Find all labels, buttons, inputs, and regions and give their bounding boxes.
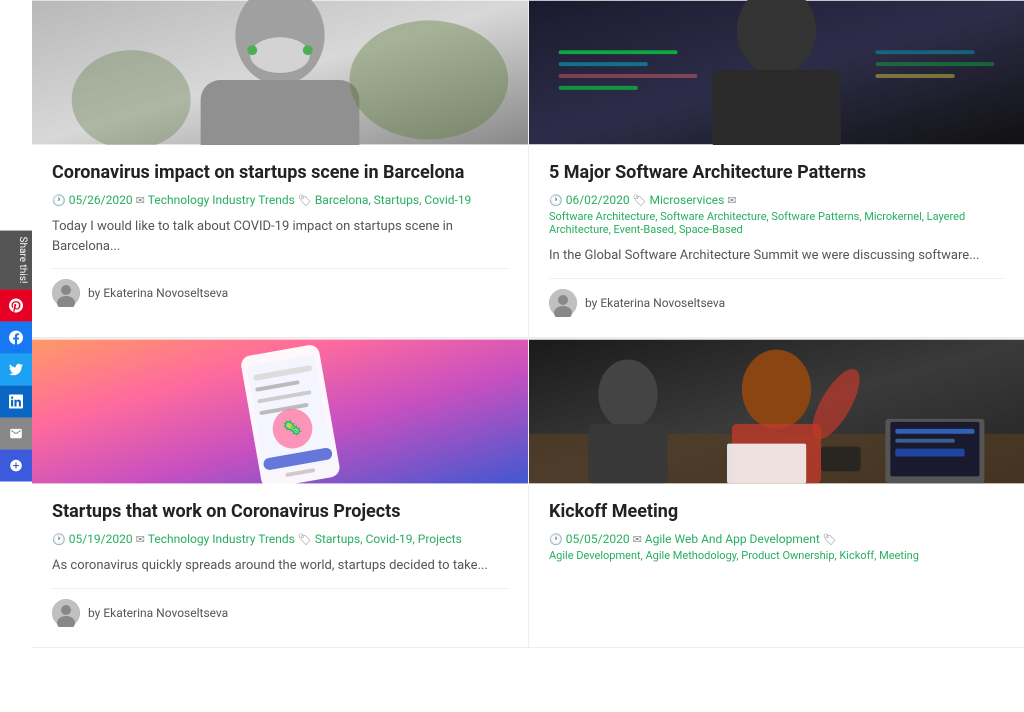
card-3: 🦠 Startups that work on Coronavirus Proj… xyxy=(32,338,528,648)
share-label[interactable]: Share this! xyxy=(0,231,32,290)
card-3-title: Startups that work on Coronavirus Projec… xyxy=(52,500,508,524)
card-4-date[interactable]: 05/05/2020 xyxy=(566,532,630,546)
card-1-avatar xyxy=(52,279,80,307)
envelope-icon-2: ✉ xyxy=(727,194,736,207)
card-4-title: Kickoff Meeting xyxy=(549,500,1004,524)
share-sidebar: Share this! xyxy=(0,231,32,482)
card-2-excerpt: In the Global Software Architecture Summ… xyxy=(549,246,1004,266)
card-1-author-name: by Ekaterina Novoseltseva xyxy=(88,286,228,300)
card-2: 5 Major Software Architecture Patterns 🕐… xyxy=(528,0,1024,338)
envelope-icon-4: ✉ xyxy=(633,533,642,546)
card-3-image: 🦠 xyxy=(32,339,528,484)
card-1-image xyxy=(32,0,528,145)
share-bookmark-button[interactable] xyxy=(0,449,32,481)
card-2-author-name: by Ekaterina Novoseltseva xyxy=(585,296,725,310)
card-3-author-name: by Ekaterina Novoseltseva xyxy=(88,606,228,620)
envelope-icon-3: ✉ xyxy=(136,533,145,546)
card-3-meta: 🕐 05/19/2020 ✉ Technology Industry Trend… xyxy=(52,532,508,546)
card-3-tags[interactable]: Startups, Covid-19, Projects xyxy=(315,532,462,546)
card-1-date[interactable]: 05/26/2020 xyxy=(69,193,133,207)
card-1-title: Coronavirus impact on startups scene in … xyxy=(52,161,508,185)
clock-icon-4: 🕐 xyxy=(549,533,563,546)
card-1-divider xyxy=(52,268,508,269)
card-3-excerpt: As coronavirus quickly spreads around th… xyxy=(52,556,508,576)
clock-icon-1: 🕐 xyxy=(52,194,66,207)
card-2-category[interactable]: Microservices xyxy=(650,193,725,207)
card-1-category[interactable]: Technology Industry Trends xyxy=(148,193,295,207)
card-1-tags[interactable]: Barcelona, Startups, Covid-19 xyxy=(315,193,471,207)
card-4-body: Kickoff Meeting 🕐 05/05/2020 ✉ Agile Web… xyxy=(529,484,1024,592)
card-3-divider xyxy=(52,588,508,589)
share-pinterest-button[interactable] xyxy=(0,289,32,321)
card-4-tags[interactable]: Agile Development, Agile Methodology, Pr… xyxy=(549,549,919,562)
share-twitter-button[interactable] xyxy=(0,353,32,385)
card-2-body: 5 Major Software Architecture Patterns 🕐… xyxy=(529,145,1024,337)
card-3-author: by Ekaterina Novoseltseva xyxy=(52,599,508,627)
share-linkedin-button[interactable] xyxy=(0,385,32,417)
clock-icon-3: 🕐 xyxy=(52,533,66,546)
card-4-category[interactable]: Agile Web And App Development xyxy=(645,532,820,546)
share-email-button[interactable] xyxy=(0,417,32,449)
card-4-meta: 🕐 05/05/2020 ✉ Agile Web And App Develop… xyxy=(549,532,1004,562)
card-4-image xyxy=(529,339,1024,484)
tag-icon-1: 🏷 xyxy=(298,194,312,207)
card-4: Kickoff Meeting 🕐 05/05/2020 ✉ Agile Web… xyxy=(528,338,1024,648)
card-2-divider xyxy=(549,278,1004,279)
card-2-avatar xyxy=(549,289,577,317)
card-3-avatar xyxy=(52,599,80,627)
envelope-icon-1: ✉ xyxy=(136,194,145,207)
tag-icon-4: 🏷 xyxy=(823,533,837,546)
card-1-author: by Ekaterina Novoseltseva xyxy=(52,279,508,307)
card-3-body: Startups that work on Coronavirus Projec… xyxy=(32,484,528,647)
card-1-excerpt: Today I would like to talk about COVID-1… xyxy=(52,217,508,256)
article-grid: Coronavirus impact on startups scene in … xyxy=(32,0,1024,648)
tag-icon-3: 🏷 xyxy=(298,533,312,546)
share-facebook-button[interactable] xyxy=(0,321,32,353)
card-2-meta: 🕐 06/02/2020 🏷 Microservices ✉ Software … xyxy=(549,193,1004,236)
tag-icon-2: 🏷 xyxy=(633,194,647,207)
clock-icon-2: 🕐 xyxy=(549,194,563,207)
card-2-image xyxy=(529,0,1024,145)
card-2-date[interactable]: 06/02/2020 xyxy=(566,193,630,207)
card-3-category[interactable]: Technology Industry Trends xyxy=(148,532,295,546)
card-3-date[interactable]: 05/19/2020 xyxy=(69,532,133,546)
card-1-body: Coronavirus impact on startups scene in … xyxy=(32,145,528,327)
card-1: Coronavirus impact on startups scene in … xyxy=(32,0,528,338)
card-1-meta: 🕐 05/26/2020 ✉ Technology Industry Trend… xyxy=(52,193,508,207)
card-2-title: 5 Major Software Architecture Patterns xyxy=(549,161,1004,185)
card-2-tags[interactable]: Software Architecture, Software Architec… xyxy=(549,210,1004,236)
svg-text:🦠: 🦠 xyxy=(281,417,304,439)
card-2-author: by Ekaterina Novoseltseva xyxy=(549,289,1004,317)
